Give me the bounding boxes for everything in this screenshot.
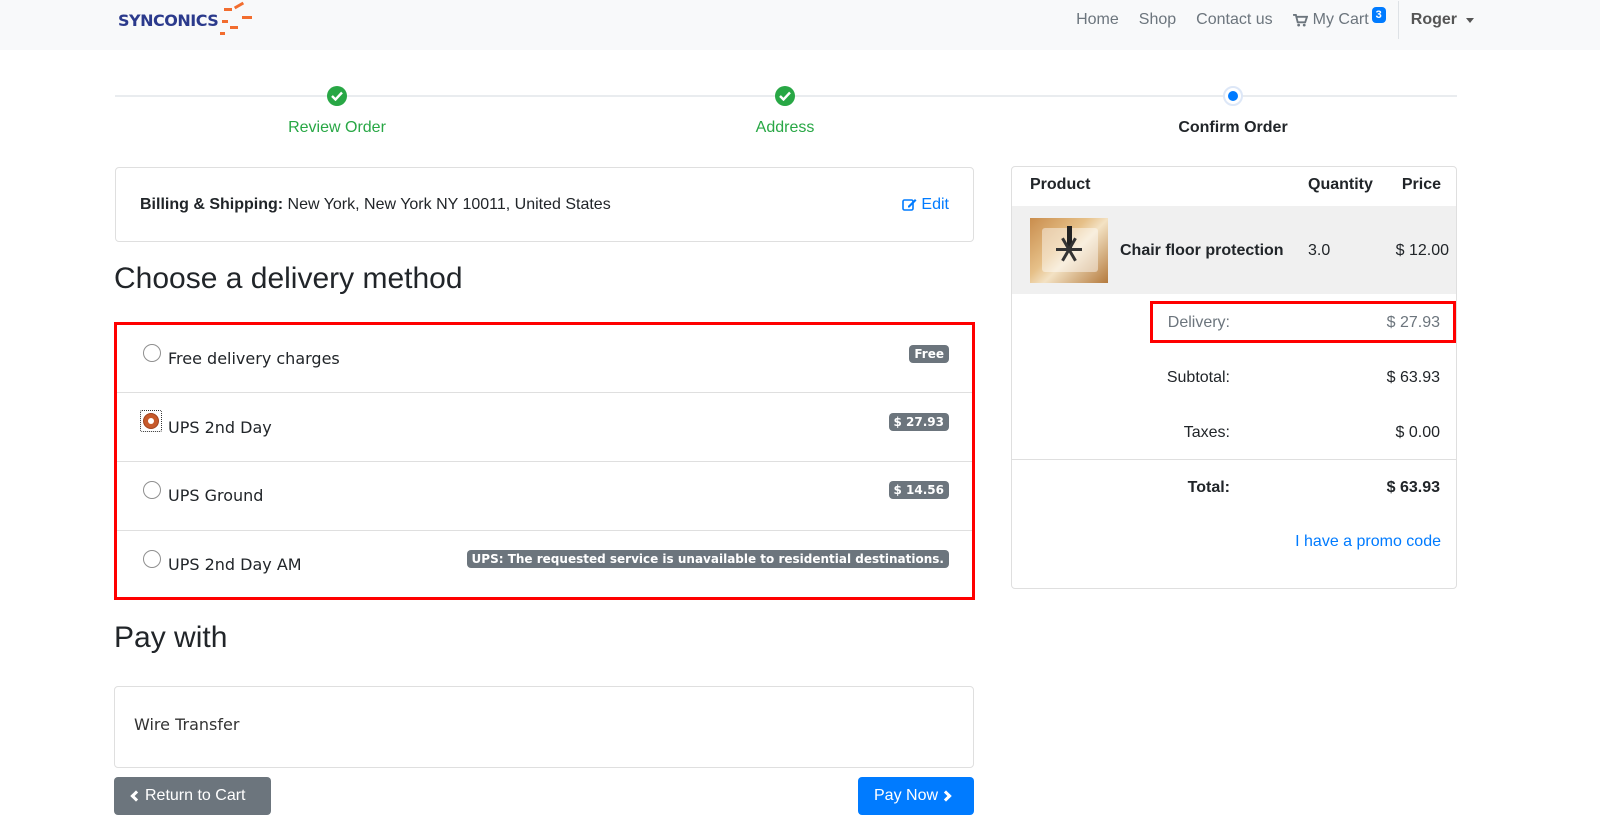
user-menu-dropdown[interactable]: Roger	[1411, 11, 1474, 29]
pay-with-heading: Pay with	[114, 621, 228, 654]
return-label: Return to Cart	[145, 787, 246, 804]
nav-divider	[1397, 1, 1399, 39]
cart-label: My Cart	[1312, 11, 1369, 28]
step-label: Address	[755, 119, 815, 136]
nav-cart-link[interactable]: My Cart 3	[1292, 7, 1386, 29]
step-label: Confirm Order	[1178, 119, 1288, 136]
summary-divider	[1012, 459, 1456, 460]
delivery-method-name: Free delivery charges	[168, 349, 340, 368]
delivery-price-badge: Free	[909, 345, 949, 363]
delivery-option-ups-ground[interactable]: UPS Ground $ 14.56	[117, 463, 972, 531]
chevron-right-icon	[940, 790, 952, 802]
edit-icon	[902, 199, 917, 211]
checkout-progress: Review Order Address Confirm Order	[115, 80, 1457, 150]
col-header-quantity: Quantity	[1308, 176, 1373, 193]
step-address[interactable]: Address	[685, 80, 885, 137]
navbar: SYNCONICS Home Shop Contact us My Cart 3…	[0, 0, 1600, 50]
product-name[interactable]: Chair floor protection	[1120, 242, 1284, 260]
delivery-radio[interactable]	[143, 550, 161, 568]
payment-method-name: Wire Transfer	[134, 715, 240, 734]
step-review-order[interactable]: Review Order	[237, 80, 437, 137]
total-label: Total:	[1187, 479, 1230, 496]
col-header-product: Product	[1030, 176, 1091, 193]
subtotal-value: $ 63.93	[1386, 369, 1440, 386]
delivery-radio[interactable]	[143, 481, 161, 499]
nav-shop-link[interactable]: Shop	[1139, 11, 1176, 29]
return-to-cart-button[interactable]: Return to Cart	[114, 777, 271, 815]
billing-address-value: New York, New York NY 10011, United Stat…	[283, 196, 611, 213]
nav-home-link[interactable]: Home	[1076, 11, 1119, 29]
delivery-methods-list: Free delivery charges Free UPS 2nd Day $…	[114, 322, 975, 600]
total-value: $ 63.93	[1386, 479, 1440, 496]
logo-mark-icon	[220, 1, 256, 38]
cart-count-badge: 3	[1371, 7, 1386, 23]
nav-contact-link[interactable]: Contact us	[1196, 11, 1272, 29]
delivery-option-ups-2nd-day-am[interactable]: UPS 2nd Day AM UPS: The requested servic…	[117, 532, 972, 600]
brand-logo[interactable]: SYNCONICS	[118, 1, 256, 38]
billing-label: Billing & Shipping:	[140, 196, 284, 213]
delivery-radio-selected[interactable]	[140, 410, 162, 432]
billing-address: Billing & Shipping: New York, New York N…	[140, 196, 611, 214]
user-name: Roger	[1410, 11, 1457, 28]
promo-code-link[interactable]: I have a promo code	[1295, 533, 1441, 551]
delivery-method-name: UPS Ground	[168, 486, 264, 505]
pay-label: Pay Now	[874, 787, 939, 804]
check-circle-icon	[327, 86, 347, 106]
shopping-cart-icon	[1292, 13, 1308, 27]
delivery-price-badge: $ 14.56	[888, 481, 949, 499]
product-quantity: 3.0	[1308, 242, 1331, 259]
col-header-price: Price	[1401, 176, 1441, 193]
billing-shipping-card: Billing & Shipping: New York, New York N…	[115, 167, 974, 242]
step-label: Review Order	[288, 119, 386, 136]
active-step-dot-icon	[1223, 86, 1243, 106]
delivery-price-badge: $ 27.93	[888, 413, 949, 431]
brand-name: SYNCONICS	[118, 10, 219, 30]
taxes-value: $ 0.00	[1395, 424, 1440, 441]
taxes-label: Taxes:	[1183, 424, 1230, 441]
edit-address-link[interactable]: Edit	[902, 196, 949, 214]
caret-down-icon	[1466, 17, 1474, 23]
delivery-method-name: UPS 2nd Day AM	[168, 555, 302, 574]
check-circle-icon	[775, 86, 795, 106]
product-image[interactable]	[1030, 218, 1108, 283]
product-price: $ 12.00	[1395, 242, 1449, 259]
pay-now-button[interactable]: Pay Now	[858, 777, 974, 815]
step-confirm-order: Confirm Order	[1133, 80, 1333, 137]
order-summary: Product Quantity Price Chair floor prote…	[1011, 166, 1457, 589]
payment-method-card[interactable]: Wire Transfer	[114, 686, 974, 768]
delivery-heading: Choose a delivery method	[114, 262, 463, 295]
delivery-option-ups-2nd-day[interactable]: UPS 2nd Day $ 27.93	[117, 394, 972, 462]
delivery-option-free[interactable]: Free delivery charges Free	[117, 325, 972, 393]
delivery-unavailable-badge: UPS: The requested service is unavailabl…	[466, 550, 949, 568]
edit-label: Edit	[921, 196, 949, 213]
product-row: Chair floor protection 3.0 $ 12.00	[1012, 206, 1456, 294]
nav-links: Home Shop Contact us My Cart 3 Roger	[1056, 0, 1474, 40]
subtotal-label: Subtotal:	[1166, 369, 1230, 386]
delivery-method-name: UPS 2nd Day	[168, 418, 272, 437]
delivery-radio[interactable]	[143, 344, 161, 362]
delivery-highlight-box	[1150, 301, 1456, 343]
chevron-left-icon	[130, 790, 142, 802]
